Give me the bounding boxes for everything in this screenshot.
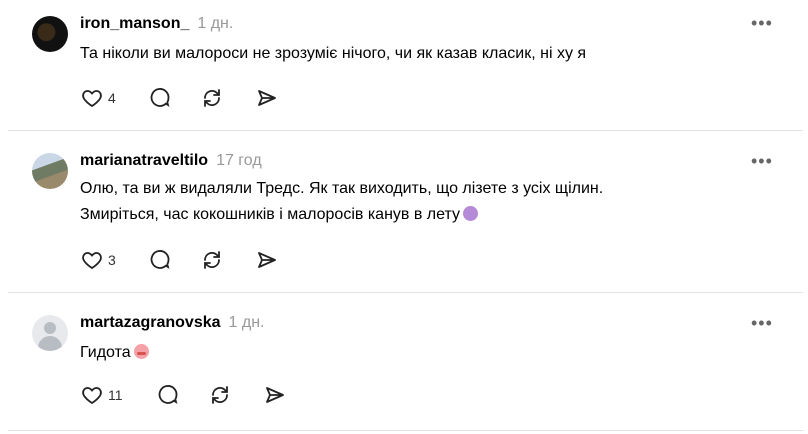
divider <box>8 292 803 293</box>
comment-header: marianatraveltilo 17 год <box>80 151 262 171</box>
repost-icon[interactable] <box>200 86 224 110</box>
divider <box>8 130 803 131</box>
comment-line: Та ніколи ви малороси не зрозуміє нічого… <box>80 45 587 62</box>
comment-text: Та ніколи ви малороси не зрозуміє нічого… <box>80 41 586 67</box>
repost-icon[interactable] <box>200 248 224 272</box>
share-icon[interactable] <box>255 248 279 272</box>
more-icon[interactable]: ••• <box>751 14 773 32</box>
share-icon[interactable] <box>255 86 279 110</box>
comment-icon[interactable] <box>156 383 180 407</box>
comment-line: Гидота <box>80 344 131 361</box>
like-count: 3 <box>108 252 116 268</box>
comment-icon[interactable] <box>148 248 172 272</box>
username[interactable]: marianatraveltilo <box>80 152 208 169</box>
avatar[interactable] <box>32 16 68 52</box>
more-icon[interactable]: ••• <box>751 152 773 170</box>
timestamp[interactable]: 1 дн. <box>197 15 233 32</box>
comment-header: martazagranovska 1 дн. <box>80 313 264 333</box>
username[interactable]: iron_manson_ <box>80 15 189 32</box>
repost-icon[interactable] <box>208 383 232 407</box>
timestamp[interactable]: 17 год <box>216 152 262 169</box>
avatar-body <box>38 336 62 351</box>
like-count: 4 <box>108 90 116 106</box>
comment-icon[interactable] <box>148 86 172 110</box>
avatar-head <box>44 322 56 334</box>
comment-header: iron_manson_ 1 дн. <box>80 14 233 34</box>
more-icon[interactable]: ••• <box>751 314 773 332</box>
shrug-emoji <box>463 206 479 221</box>
comment-text: Гидота <box>80 340 149 366</box>
avatar[interactable] <box>32 315 68 351</box>
avatar[interactable] <box>32 153 68 189</box>
username[interactable]: martazagranovska <box>80 314 221 331</box>
heart-icon[interactable] <box>80 86 104 110</box>
timestamp[interactable]: 1 дн. <box>229 314 265 331</box>
comment-text: Олю, та ви ж видаляли Тредс. Як так вихо… <box>80 176 603 228</box>
disgust-face-emoji <box>133 344 149 359</box>
like-count: 11 <box>108 387 123 403</box>
comment-line-2: Змиріться, час кокошників і малоросів ка… <box>80 202 603 228</box>
share-icon[interactable] <box>263 383 287 407</box>
divider <box>8 430 803 431</box>
heart-icon[interactable] <box>80 383 104 407</box>
heart-icon[interactable] <box>80 248 104 272</box>
comment-line: Олю, та ви ж видаляли Тредс. Як так вихо… <box>80 180 604 197</box>
comment-line: Змиріться, час кокошників і малоросів ка… <box>80 206 461 223</box>
